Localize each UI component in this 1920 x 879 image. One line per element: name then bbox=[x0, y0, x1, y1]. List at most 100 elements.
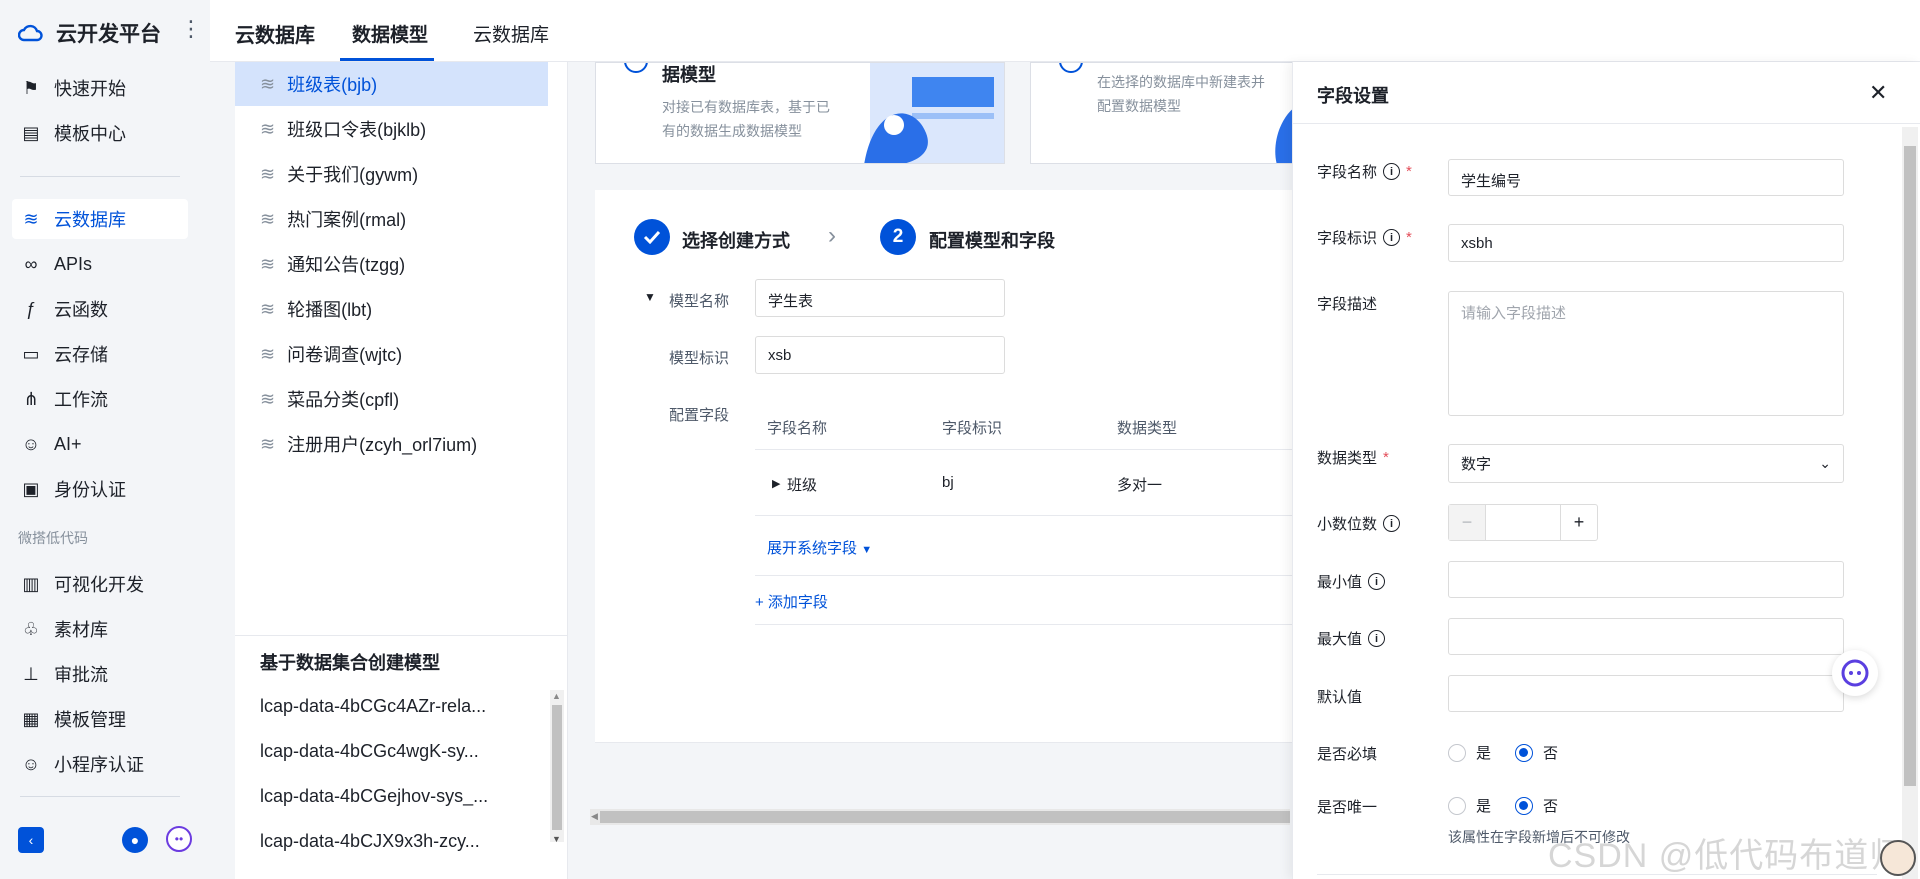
nav-item[interactable]: ⚑ 快速开始 bbox=[12, 68, 188, 108]
nav-item[interactable]: ∞ APIs bbox=[12, 244, 188, 284]
unique-yes-radio[interactable]: 是 bbox=[1448, 795, 1491, 816]
scroll-left-arrow-icon[interactable]: ◀ bbox=[591, 811, 598, 822]
col-header-field-id: 字段标识 bbox=[942, 420, 1003, 437]
model-list-item[interactable]: ≋ 班级表(bjb) bbox=[235, 62, 548, 106]
collapse-nav-button[interactable]: ‹ bbox=[18, 827, 44, 853]
field-name-label-text: 字段名称 bbox=[1317, 164, 1378, 181]
description-textarea[interactable]: 请输入字段描述 bbox=[1448, 291, 1844, 416]
info-icon[interactable]: i bbox=[1383, 515, 1401, 532]
step2-number: 2 bbox=[880, 219, 916, 255]
expand-system-fields-link[interactable]: 展开系统字段 ▼ bbox=[767, 537, 872, 558]
default-value-label: 默认值 bbox=[1317, 689, 1363, 706]
info-icon[interactable]: i bbox=[1383, 229, 1401, 246]
required-mark: * bbox=[1406, 163, 1412, 180]
app-root: 云开发平台 ⋮ ⚑ 快速开始 ▤ 模板中心 ≋ 云数据库 ∞ APIs ƒ 云函数 ▭ 云存储 ⋔ 工作流… bbox=[0, 0, 1920, 879]
info-icon[interactable]: i bbox=[1368, 573, 1386, 590]
field-name-input[interactable]: 学生编号 bbox=[1448, 159, 1844, 196]
model-list-item[interactable]: ≋ 菜品分类(cpfl) bbox=[235, 377, 548, 421]
field-id-label: 字段标识 i * bbox=[1317, 227, 1412, 248]
radio-checked-icon bbox=[1515, 743, 1533, 762]
data-type-select[interactable]: 数字 ⌄ bbox=[1448, 444, 1844, 483]
max-value-input[interactable] bbox=[1448, 618, 1844, 655]
radio-circle-icon bbox=[1059, 63, 1083, 73]
required-yes-radio[interactable]: 是 bbox=[1448, 742, 1491, 763]
nav-item-lowcode[interactable]: ▥ 可视化开发 bbox=[12, 564, 188, 604]
drawer-scroll-thumb[interactable] bbox=[1904, 146, 1916, 786]
model-name-input[interactable]: 学生表 bbox=[755, 279, 1005, 317]
minus-icon[interactable]: − bbox=[1449, 505, 1486, 540]
collapse-triangle-icon[interactable]: ▼ bbox=[644, 290, 656, 304]
main-hscroll-thumb[interactable] bbox=[600, 811, 1290, 823]
model-label: 通知公告(tzgg) bbox=[287, 255, 406, 275]
unique-no-radio[interactable]: 否 bbox=[1515, 795, 1558, 816]
nav-item-lowcode[interactable]: ☺ 小程序认证 bbox=[12, 744, 188, 784]
model-list-item[interactable]: ≋ 热门案例(rmal) bbox=[235, 197, 548, 241]
nav-item[interactable]: ▭ 云存储 bbox=[12, 334, 188, 374]
model-list-scroll-thumb[interactable] bbox=[552, 705, 562, 830]
tab-cloud-database[interactable]: 云数据库 bbox=[473, 20, 549, 47]
field-id-input[interactable]: xsbh bbox=[1448, 224, 1844, 262]
close-icon[interactable]: ✕ bbox=[1869, 80, 1887, 106]
brand[interactable]: 云开发平台 bbox=[18, 18, 161, 48]
template-manage-icon: ▦ bbox=[22, 708, 40, 729]
create-option-card-new[interactable]: 在选择的数据库中新建表并 配置数据模型 bbox=[1030, 62, 1300, 164]
nav-item[interactable]: ☺ AI+ bbox=[12, 424, 188, 464]
floating-assistant-button[interactable] bbox=[1832, 650, 1878, 696]
table-divider bbox=[755, 575, 1295, 576]
model-list-item[interactable]: ≋ 轮播图(lbt) bbox=[235, 287, 548, 331]
add-field-link[interactable]: + 添加字段 bbox=[755, 591, 828, 612]
required-label: 是否必填 bbox=[1317, 746, 1378, 763]
function-icon: ƒ bbox=[25, 298, 36, 319]
nav-item[interactable]: ƒ 云函数 bbox=[12, 289, 188, 329]
model-list-item[interactable]: ≋ 通知公告(tzgg) bbox=[235, 242, 548, 286]
brand-name: 云开发平台 bbox=[56, 23, 161, 46]
create-option-card-existing[interactable]: 据模型 对接已有数据库表，基于已 有的数据生成数据模型 bbox=[595, 62, 1005, 164]
decimals-stepper[interactable]: − + bbox=[1448, 504, 1598, 541]
model-list-item[interactable]: ≋ 注册用户(zcyh_orl7ium) bbox=[235, 422, 548, 466]
model-list-item[interactable]: ≋ 关于我们(gywm) bbox=[235, 152, 548, 196]
info-icon[interactable]: i bbox=[1368, 630, 1386, 647]
nav-item-label: AI+ bbox=[54, 433, 82, 454]
decimals-value[interactable] bbox=[1486, 505, 1560, 540]
data-type-value: 数字 bbox=[1461, 456, 1492, 473]
tab-data-model[interactable]: 数据模型 bbox=[352, 20, 428, 47]
nav-item[interactable]: ▣ 身份认证 bbox=[12, 469, 188, 509]
plus-icon[interactable]: + bbox=[1560, 505, 1597, 540]
model-list-item[interactable]: ≋ 班级口令表(bjklb) bbox=[235, 107, 548, 151]
scroll-down-arrow-icon[interactable]: ▼ bbox=[552, 834, 561, 844]
more-menu-icon[interactable]: ⋮ bbox=[180, 18, 202, 40]
nav-item-lowcode[interactable]: ♧ 素材库 bbox=[12, 609, 188, 649]
info-icon[interactable]: i bbox=[1383, 163, 1401, 180]
assistant-bot-icon bbox=[1841, 659, 1869, 687]
scroll-up-arrow-icon[interactable]: ▲ bbox=[552, 691, 561, 701]
col-header-data-type: 数据类型 bbox=[1117, 420, 1178, 437]
model-id-input[interactable]: xsb bbox=[755, 336, 1005, 374]
nav-item-lowcode[interactable]: ▦ 模板管理 bbox=[12, 699, 188, 739]
min-value-input[interactable] bbox=[1448, 561, 1844, 598]
collection-item[interactable]: lcap-data-4bCGc4AZr-rela... bbox=[260, 696, 486, 717]
max-value-label-text: 最大值 bbox=[1317, 631, 1363, 648]
config-panel bbox=[595, 190, 1395, 742]
field-name-label: 字段名称 i * bbox=[1317, 161, 1412, 182]
assistant-button[interactable]: •• bbox=[166, 826, 192, 852]
layout-icon: ▥ bbox=[22, 573, 40, 594]
collection-item[interactable]: lcap-data-4bCGejhov-sys_... bbox=[260, 786, 488, 807]
collection-item[interactable]: lcap-data-4bCJX9x3h-zcy... bbox=[260, 831, 480, 852]
user-avatar-button[interactable]: ● bbox=[122, 827, 148, 853]
model-list-item[interactable]: ≋ 问卷调查(wjtc) bbox=[235, 332, 548, 376]
card-title: 据模型 bbox=[662, 65, 716, 85]
nav-item-label: 云存储 bbox=[54, 345, 108, 365]
required-no-radio[interactable]: 否 bbox=[1515, 742, 1558, 763]
expand-triangle-icon[interactable]: ▶ bbox=[772, 477, 780, 490]
nav-item[interactable]: ⋔ 工作流 bbox=[12, 379, 188, 419]
nav-item-label: 快速开始 bbox=[54, 79, 126, 99]
nav-item[interactable]: ▤ 模板中心 bbox=[12, 113, 188, 153]
nav-item-label: 云函数 bbox=[54, 300, 108, 320]
collection-item[interactable]: lcap-data-4bCGc4wgK-sy... bbox=[260, 741, 479, 762]
nav-item-label: 素材库 bbox=[54, 620, 108, 640]
model-label: 菜品分类(cpfl) bbox=[287, 390, 400, 410]
default-value-input[interactable] bbox=[1448, 675, 1844, 712]
database-icon: ≋ bbox=[260, 253, 276, 274]
nav-item[interactable]: ≋ 云数据库 bbox=[12, 199, 188, 239]
nav-item-lowcode[interactable]: ⊥ 审批流 bbox=[12, 654, 188, 694]
